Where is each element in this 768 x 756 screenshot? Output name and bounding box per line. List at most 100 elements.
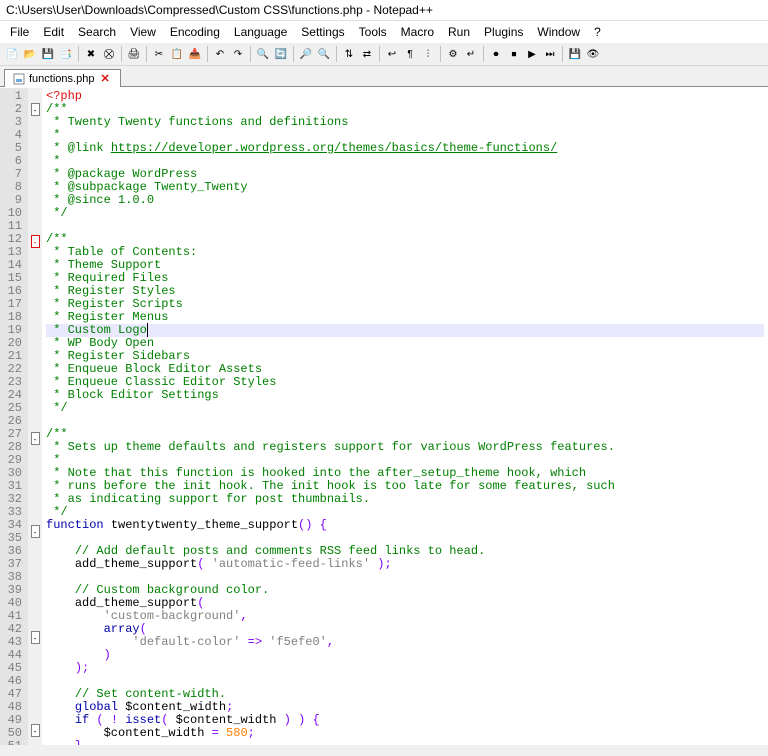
fold-cell <box>28 194 42 207</box>
code-line[interactable] <box>46 415 764 428</box>
tab-functions-php[interactable]: functions.php ✕ <box>4 69 121 87</box>
cut-button[interactable]: ✂ <box>151 46 167 62</box>
fold-toggle-icon[interactable]: - <box>31 235 40 248</box>
code-line[interactable]: } <box>46 740 764 745</box>
fold-cell <box>28 577 42 590</box>
save-button[interactable]: 💾 <box>40 46 56 62</box>
replace-button[interactable]: 🔄 <box>273 46 289 62</box>
close-all-button[interactable]: ⛒ <box>101 46 117 62</box>
paste-button[interactable]: 📥 <box>187 46 203 62</box>
php-file-icon <box>13 73 25 85</box>
fold-cell <box>28 181 42 194</box>
fold-cell: - <box>28 103 42 116</box>
fold-cell <box>28 88 42 101</box>
menu-language[interactable]: Language <box>228 23 293 41</box>
fold-toggle-icon[interactable]: - <box>31 724 40 737</box>
monitor-button[interactable]: 👁 <box>585 46 601 62</box>
code-line[interactable]: function twentytwenty_theme_support() { <box>46 519 764 532</box>
code-line[interactable]: ); <box>46 662 764 675</box>
code-line[interactable]: $content_width = 580; <box>46 727 764 740</box>
fold-toggle-icon[interactable]: - <box>31 525 40 538</box>
save-macro-button[interactable]: 💾 <box>567 46 583 62</box>
redo-button[interactable]: ↷ <box>230 46 246 62</box>
code-line[interactable]: * Sets up theme defaults and registers s… <box>46 441 764 454</box>
toolbar-separator <box>483 46 484 62</box>
zoom-in-button[interactable]: 🔎 <box>298 46 314 62</box>
indent-guide-button[interactable]: ⫶ <box>420 46 436 62</box>
menu-run[interactable]: Run <box>442 23 476 41</box>
wrap-button[interactable]: ↩ <box>384 46 400 62</box>
fold-toggle-icon[interactable]: - <box>31 631 40 644</box>
eol-button[interactable]: ↵ <box>463 46 479 62</box>
code-line[interactable]: * @since 1.0.0 <box>46 194 764 207</box>
code-line[interactable]: * @link https://developer.wordpress.org/… <box>46 142 764 155</box>
fold-cell <box>28 220 42 233</box>
close-tab-icon[interactable]: ✕ <box>98 72 111 85</box>
code-line[interactable]: */ <box>46 207 764 220</box>
fold-cell: - <box>28 432 42 445</box>
fold-cell <box>28 155 42 168</box>
copy-button[interactable]: 📋 <box>169 46 185 62</box>
play-multi-button[interactable]: ⏭ <box>542 46 558 62</box>
lang-button[interactable]: ⚙ <box>445 46 461 62</box>
toolbar-separator <box>336 46 337 62</box>
all-chars-button[interactable]: ¶ <box>402 46 418 62</box>
undo-button[interactable]: ↶ <box>212 46 228 62</box>
fold-cell <box>28 616 42 629</box>
menu-file[interactable]: File <box>4 23 35 41</box>
code-line[interactable]: */ <box>46 402 764 415</box>
play-button[interactable]: ▶ <box>524 46 540 62</box>
menu-edit[interactable]: Edit <box>37 23 70 41</box>
code-line[interactable]: <?php <box>46 90 764 103</box>
code-line[interactable]: 'default-color' => 'f5efe0', <box>46 636 764 649</box>
open-button[interactable]: 📂 <box>22 46 38 62</box>
toolbar-separator <box>146 46 147 62</box>
code-line[interactable]: add_theme_support( 'automatic-feed-links… <box>46 558 764 571</box>
fold-cell <box>28 458 42 471</box>
fold-toggle-icon[interactable]: - <box>31 103 40 116</box>
fold-cell <box>28 445 42 458</box>
code-line[interactable]: 'custom-background', <box>46 610 764 623</box>
code-area[interactable]: <?php/** * Twenty Twenty functions and d… <box>42 88 768 745</box>
menu-view[interactable]: View <box>124 23 162 41</box>
code-line[interactable] <box>46 220 764 233</box>
fold-cell <box>28 261 42 274</box>
code-line[interactable]: * Twenty Twenty functions and definition… <box>46 116 764 129</box>
menu-encoding[interactable]: Encoding <box>164 23 226 41</box>
fold-cell <box>28 142 42 155</box>
code-line[interactable]: * Block Editor Settings <box>46 389 764 402</box>
menu-macro[interactable]: Macro <box>395 23 440 41</box>
sync-h-button[interactable]: ⇄ <box>359 46 375 62</box>
menu-window[interactable]: Window <box>531 23 586 41</box>
code-editor[interactable]: 1234567891011121314151617181920212223242… <box>0 87 768 745</box>
close-button[interactable]: ✖ <box>83 46 99 62</box>
fold-cell <box>28 248 42 261</box>
find-button[interactable]: 🔍 <box>255 46 271 62</box>
fold-cell <box>28 365 42 378</box>
stop-button[interactable]: ⏹ <box>506 46 522 62</box>
fold-cell <box>28 378 42 391</box>
toolbar-separator <box>293 46 294 62</box>
menu-tools[interactable]: Tools <box>353 23 393 41</box>
fold-cell <box>28 326 42 339</box>
code-line[interactable]: ) <box>46 649 764 662</box>
print-button[interactable]: 🖨 <box>126 46 142 62</box>
code-line[interactable]: * Register Menus <box>46 311 764 324</box>
toolbar-separator <box>250 46 251 62</box>
fold-toggle-icon[interactable]: - <box>31 432 40 445</box>
fold-cell <box>28 300 42 313</box>
record-button[interactable]: ⏺ <box>488 46 504 62</box>
fold-cell: - <box>28 525 42 538</box>
toolbar-separator <box>440 46 441 62</box>
fold-cell <box>28 168 42 181</box>
menu-help[interactable]: ? <box>588 23 607 41</box>
zoom-out-button[interactable]: 🔍 <box>316 46 332 62</box>
toolbar-separator <box>379 46 380 62</box>
new-button[interactable]: 📄 <box>4 46 20 62</box>
save-all-button[interactable]: 📑 <box>58 46 74 62</box>
menu-search[interactable]: Search <box>72 23 122 41</box>
menu-plugins[interactable]: Plugins <box>478 23 529 41</box>
sync-v-button[interactable]: ⇅ <box>341 46 357 62</box>
code-line[interactable]: * as indicating support for post thumbna… <box>46 493 764 506</box>
menu-settings[interactable]: Settings <box>295 23 350 41</box>
